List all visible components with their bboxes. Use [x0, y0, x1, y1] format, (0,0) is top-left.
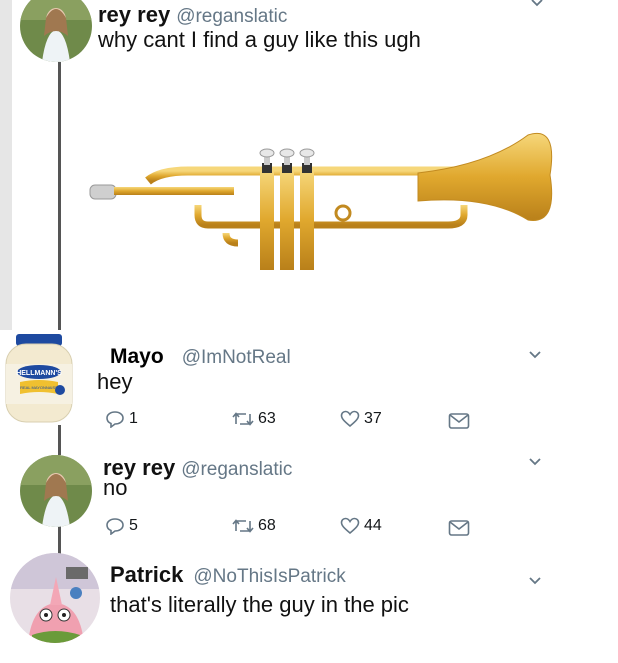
tweet-header: Patrick @NoThisIsPatrick — [110, 562, 346, 588]
retweet-icon — [232, 519, 254, 533]
thread-line — [58, 425, 61, 455]
like-button[interactable]: 37 — [340, 410, 382, 428]
message-icon[interactable] — [448, 519, 470, 537]
retweet-count: 63 — [258, 410, 276, 427]
username[interactable]: @ImNotReal — [182, 347, 291, 368]
avatar[interactable] — [20, 455, 92, 527]
left-gutter — [0, 0, 12, 330]
reply-button[interactable]: 1 — [105, 410, 138, 428]
heart-icon — [340, 410, 360, 428]
like-count: 44 — [364, 517, 382, 534]
chevron-down-icon[interactable] — [528, 348, 542, 362]
message-icon[interactable] — [448, 412, 470, 430]
reply-count: 1 — [129, 410, 138, 427]
chevron-down-icon[interactable] — [528, 455, 542, 469]
tweet-text: no — [103, 475, 128, 500]
trumpet-image[interactable] — [88, 125, 558, 275]
tweet-header: rey rey @reganslatic — [103, 455, 292, 481]
retweet-button[interactable]: 63 — [232, 410, 276, 428]
username[interactable]: @NoThisIsPatrick — [193, 566, 345, 587]
brand-logo: HELLMANN'S — [16, 370, 62, 377]
thread-line — [58, 62, 61, 330]
thread-line — [58, 524, 61, 554]
like-button[interactable]: 44 — [340, 517, 382, 535]
chevron-down-icon[interactable] — [528, 574, 542, 588]
like-count: 37 — [364, 410, 382, 427]
display-name[interactable]: Mayo — [110, 345, 164, 368]
reply-icon — [106, 518, 124, 535]
tweet-header: rey rey @reganslatic — [98, 2, 287, 28]
chevron-down-icon[interactable] — [530, 0, 544, 10]
product-label: REAL MAYONNAISE — [20, 385, 58, 390]
avatar[interactable]: HELLMANN'S REAL MAYONNAISE — [0, 332, 78, 424]
tweet-text: that's literally the guy in the pic — [110, 592, 409, 617]
username[interactable]: @reganslatic — [176, 6, 287, 27]
heart-icon — [340, 517, 360, 535]
tweet-text: hey — [97, 369, 133, 394]
reply-icon — [106, 411, 124, 428]
reply-count: 5 — [129, 517, 138, 534]
reply-button[interactable]: 5 — [105, 517, 138, 535]
username[interactable]: @reganslatic — [181, 459, 292, 480]
tweet-header: Mayo @ImNotReal — [110, 345, 291, 369]
display-name[interactable]: rey rey — [98, 2, 170, 27]
retweet-icon — [232, 412, 254, 426]
display-name[interactable]: Patrick — [110, 562, 183, 587]
retweet-button[interactable]: 68 — [232, 517, 276, 535]
avatar[interactable] — [10, 553, 100, 643]
retweet-count: 68 — [258, 517, 276, 534]
tweet-text: why cant I find a guy like this ugh — [98, 27, 421, 52]
